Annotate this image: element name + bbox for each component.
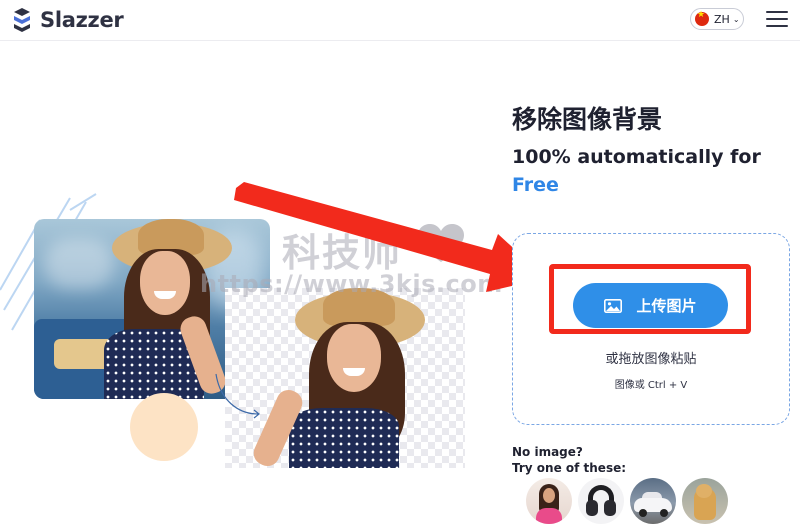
upload-button-label: 上传图片 [636,297,697,315]
sample-woman-image[interactable] [526,478,572,524]
top-header: Slazzer ZH ⌄ [0,0,800,41]
flow-arrow-icon [215,373,260,419]
paste-hint: 图像或 Ctrl + V [614,380,688,391]
brand-name: Slazzer [40,8,124,32]
upload-image-button[interactable]: 上传图片 [573,283,728,328]
sample-car-image[interactable] [630,478,676,524]
sample-dog-image[interactable] [682,478,728,524]
sample-prompt-line1: No image? [512,445,583,459]
sample-headphones-image[interactable] [578,478,624,524]
hamburger-menu-icon[interactable] [766,11,788,29]
drop-hint: 或拖放图像粘贴 [605,352,697,367]
red-pointer-arrow [234,182,546,292]
subtitle-free: Free [512,174,559,196]
chevron-down-icon: ⌄ [732,14,740,24]
language-selector[interactable]: ZH ⌄ [690,8,744,30]
china-flag-icon [695,10,709,26]
slazzer-logo-icon [14,8,30,32]
sample-images [526,478,728,524]
page-title: 移除图像背景 [512,105,663,134]
brand-logo[interactable]: Slazzer [10,6,124,34]
sample-prompt: No image? Try one of these: [512,444,626,476]
subtitle-line: 100% automatically for [512,146,761,168]
page-subtitle: 100% automatically for Free [512,143,792,199]
sample-prompt-line2: Try one of these: [512,461,627,475]
language-code: ZH [714,12,730,26]
decorative-circle [130,393,198,461]
image-icon [604,298,623,313]
